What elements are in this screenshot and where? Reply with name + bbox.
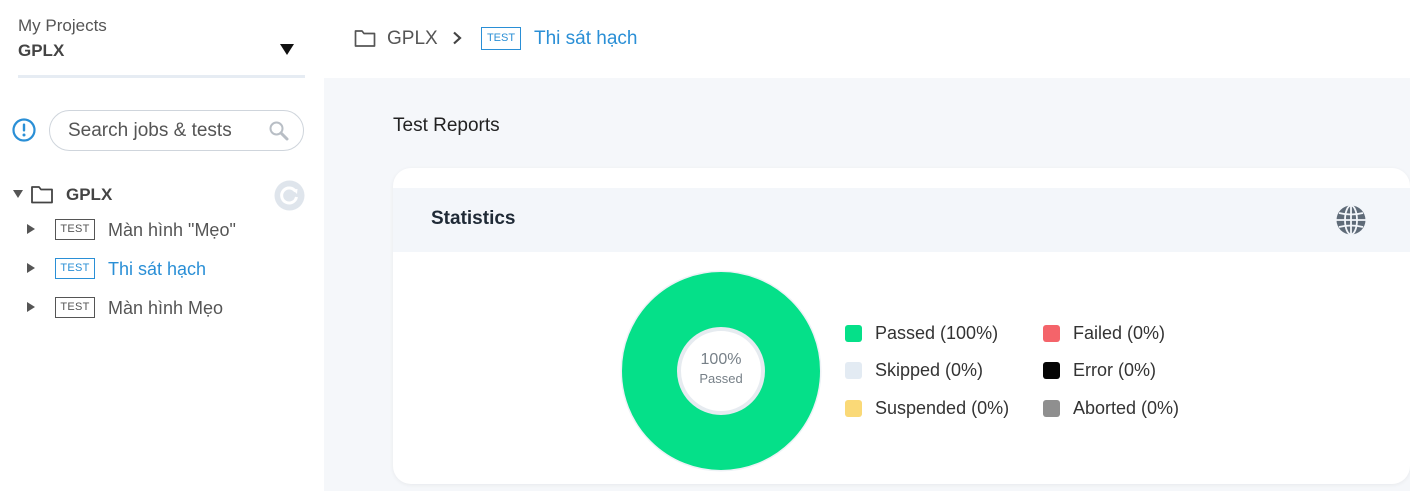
main-content: Test Reports Statistics 100% Passed Pass…	[324, 78, 1410, 491]
breadcrumb-root[interactable]: GPLX	[387, 28, 438, 50]
tree-root-label: GPLX	[66, 185, 113, 204]
card-title: Statistics	[431, 208, 516, 229]
refresh-icon[interactable]	[274, 180, 305, 211]
info-icon[interactable]	[12, 118, 36, 142]
chevron-right-icon	[453, 31, 462, 45]
legend-label: Failed (0%)	[1073, 323, 1166, 343]
legend-label: Error (0%)	[1073, 360, 1157, 380]
folder-icon	[31, 186, 53, 204]
tree-item-label: Thi sát hạch	[108, 259, 207, 279]
caret-right-icon[interactable]	[27, 224, 35, 234]
search-input[interactable]	[68, 119, 258, 143]
test-tag: TEST	[55, 297, 95, 318]
breadcrumb-current[interactable]: Thi sát hạch	[534, 28, 638, 50]
test-tag: TEST	[481, 27, 521, 50]
legend-label: Suspended (0%)	[875, 398, 1010, 418]
donut-label: Passed	[699, 371, 743, 386]
caret-right-icon[interactable]	[27, 302, 35, 312]
divider	[18, 75, 305, 78]
caret-down-icon[interactable]	[280, 44, 294, 55]
statistics-card: Statistics 100% Passed Passed (100%) Ski…	[393, 168, 1410, 484]
legend-swatch	[1043, 362, 1060, 379]
test-tag: TEST	[55, 258, 95, 279]
sidebar: My Projects GPLX GPLX TEST Màn hình "Mẹo…	[0, 0, 324, 491]
globe-icon[interactable]	[1335, 204, 1367, 236]
legend-swatch	[845, 325, 862, 342]
tree-item-thi-sat-hach[interactable]: TEST Thi sát hạch	[24, 255, 314, 283]
card-header: Statistics	[393, 188, 1410, 252]
test-tag: TEST	[55, 219, 95, 240]
project-selector-label: My Projects	[18, 16, 107, 35]
legend-label: Passed (100%)	[875, 323, 999, 343]
donut-percent: 100%	[700, 351, 742, 368]
tree-item-man-hinh-meo-quoted[interactable]: TEST Màn hình "Mẹo"	[24, 216, 314, 244]
caret-right-icon[interactable]	[27, 263, 35, 273]
legend-label: Aborted (0%)	[1073, 398, 1180, 418]
folder-icon	[354, 30, 376, 47]
caret-down-icon[interactable]	[13, 190, 23, 198]
page-title: Test Reports	[393, 115, 500, 136]
search-box	[49, 110, 304, 151]
legend-swatch	[1043, 400, 1060, 417]
legend-label: Skipped (0%)	[875, 360, 984, 380]
breadcrumb: GPLX TEST Thi sát hạch	[324, 0, 1410, 78]
legend-swatch	[1043, 325, 1060, 342]
tree-item-label: Màn hình Mẹo	[108, 298, 224, 318]
legend-swatch	[845, 400, 862, 417]
tree-item-man-hinh-meo[interactable]: TEST Màn hình Mẹo	[24, 294, 314, 322]
legend-swatch	[845, 362, 862, 379]
tree-root-gplx[interactable]: GPLX	[12, 181, 312, 209]
tree-item-label: Màn hình "Mẹo"	[108, 220, 236, 240]
project-selector[interactable]: GPLX	[18, 41, 64, 61]
search-icon[interactable]	[268, 120, 290, 142]
